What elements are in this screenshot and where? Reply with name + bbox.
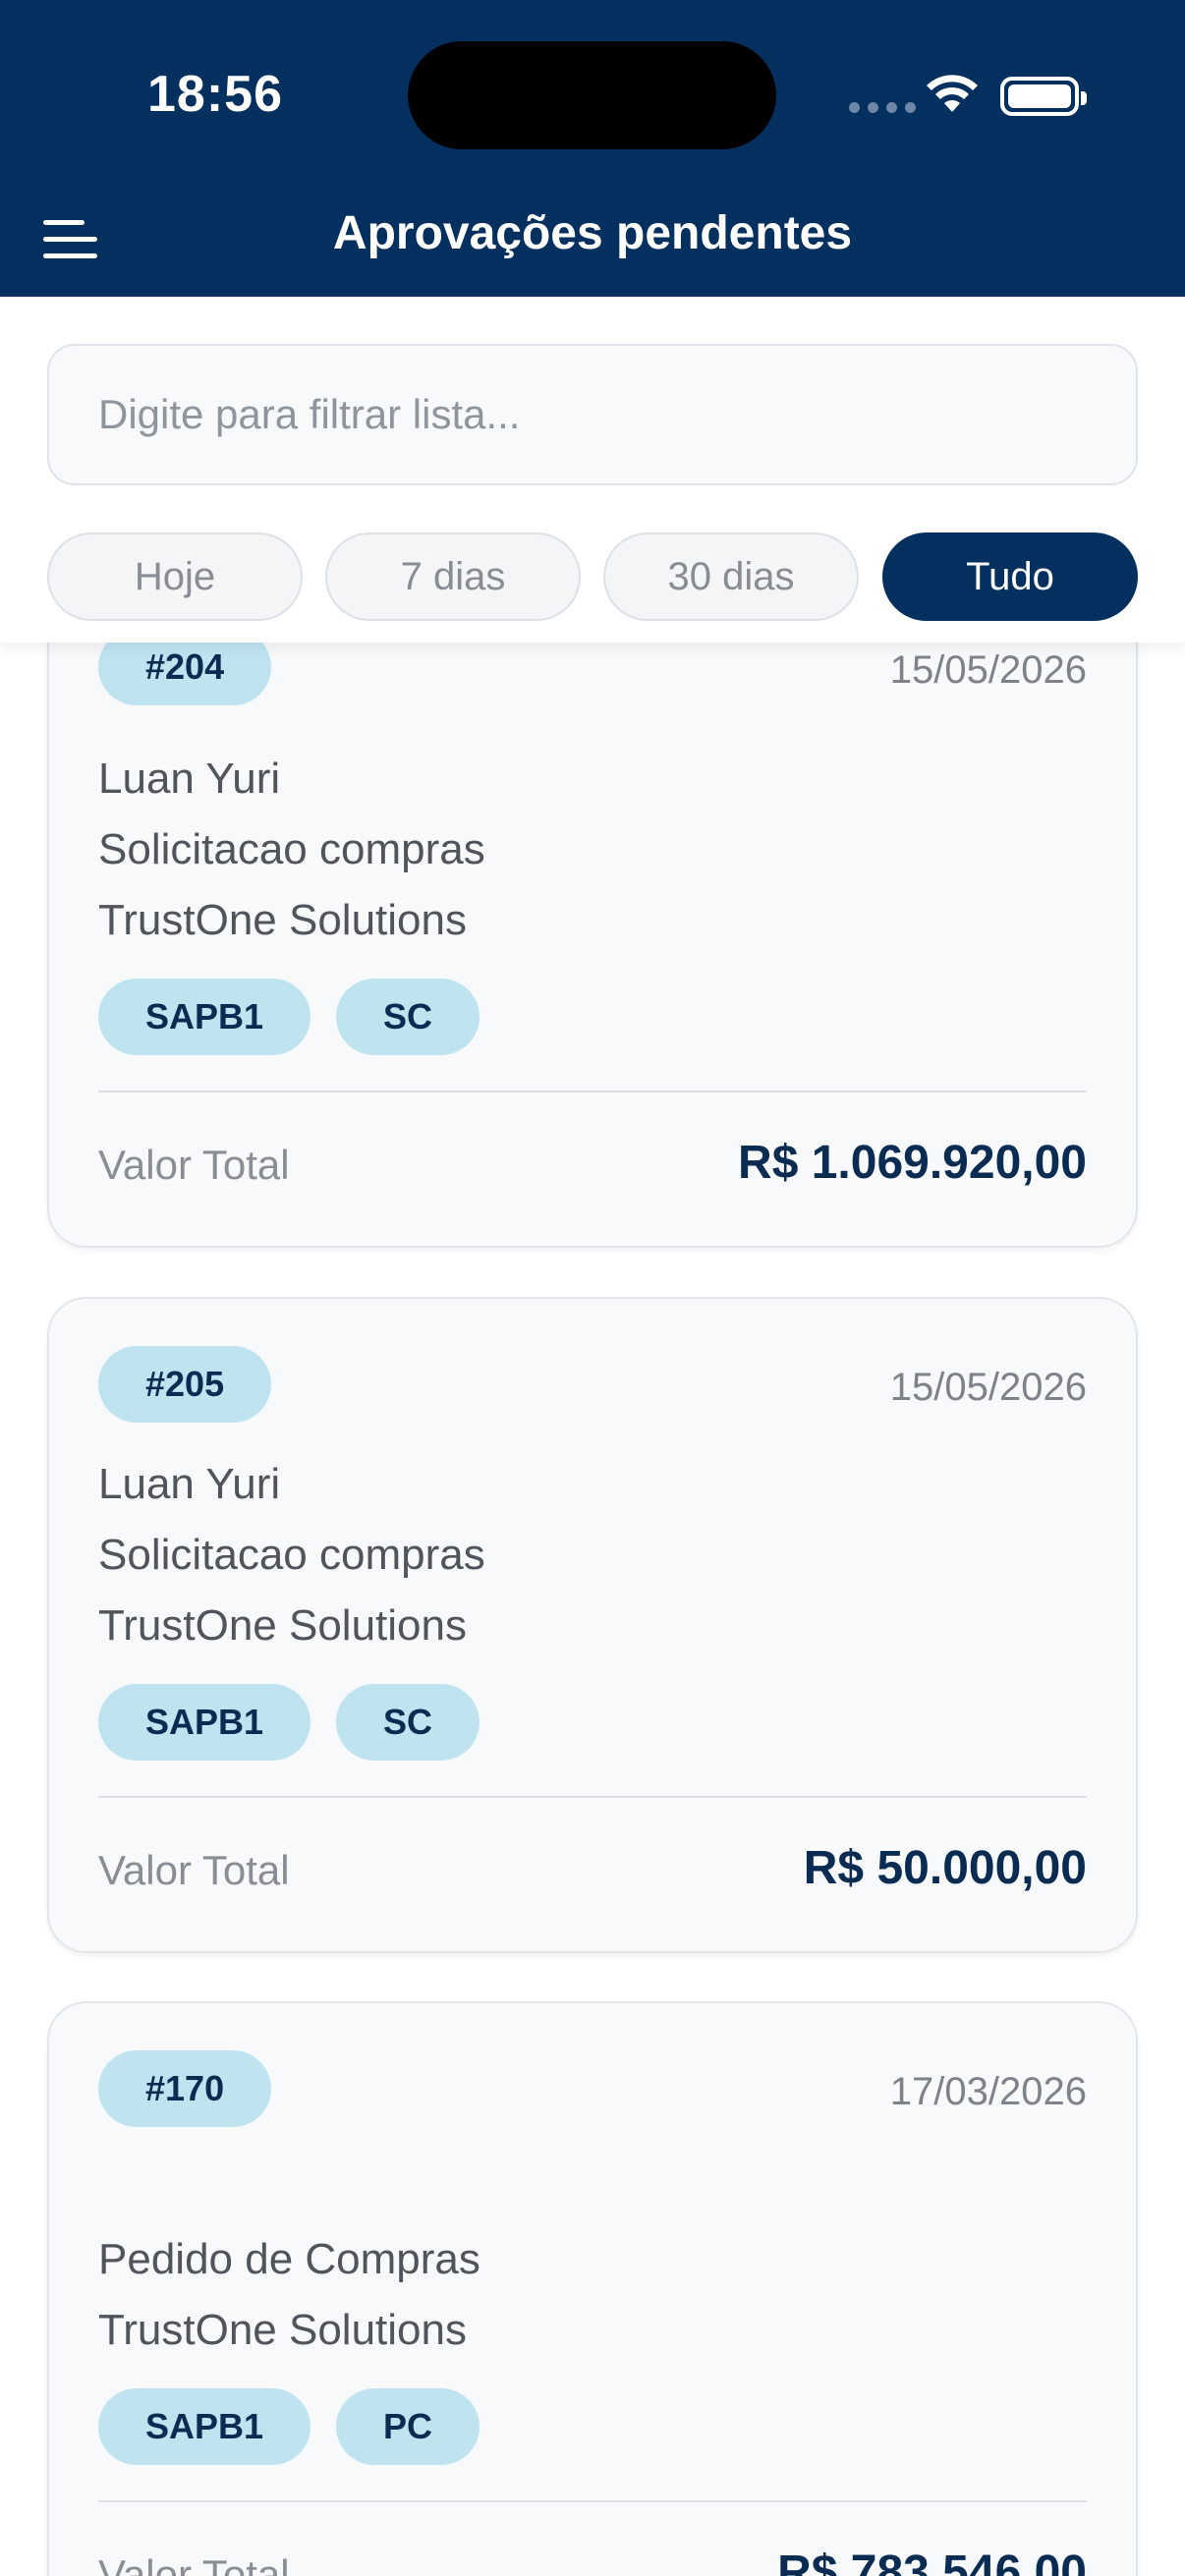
page-title: Aprovações pendentes [332, 207, 853, 259]
filter-chip-7-days[interactable]: 7 dias [325, 532, 581, 621]
system-tag: SAPB1 [98, 979, 311, 1055]
company-name: TrustOne Solutions [98, 1601, 467, 1650]
app-header: 18:56 Aprovações pendentes [0, 0, 1185, 297]
company-name: TrustOne Solutions [98, 896, 467, 944]
total-label: Valor Total [98, 2551, 290, 2576]
filter-chip-30-days[interactable]: 30 dias [603, 532, 859, 621]
approval-card[interactable]: #204 15/05/2026 Luan Yuri Solicitacao co… [47, 580, 1138, 1248]
filter-chip-today[interactable]: Hoje [47, 532, 303, 621]
document-tag: SC [336, 1684, 480, 1761]
system-tag: SAPB1 [98, 1684, 311, 1761]
document-type: Solicitacao compras [98, 1531, 485, 1579]
requester-name: Luan Yuri [98, 1460, 281, 1508]
divider [98, 1796, 1087, 1798]
dynamic-island [408, 41, 776, 149]
document-type: Solicitacao compras [98, 825, 485, 873]
approval-card[interactable]: #205 15/05/2026 Luan Yuri Solicitacao co… [47, 1297, 1138, 1953]
request-date: 15/05/2026 [889, 648, 1087, 692]
document-tag: SC [336, 979, 480, 1055]
total-label: Valor Total [98, 1142, 290, 1188]
divider [98, 1091, 1087, 1092]
request-id-badge: #205 [98, 1346, 272, 1423]
tag-list: SAPB1 SC [98, 979, 480, 1055]
divider [98, 2500, 1087, 2502]
wifi-icon [927, 75, 978, 112]
request-date: 15/05/2026 [889, 1366, 1087, 1409]
tag-list: SAPB1 SC [98, 1684, 480, 1761]
request-date: 17/03/2026 [889, 2070, 1087, 2113]
total-label: Valor Total [98, 1847, 290, 1893]
cellular-signal-icon [849, 102, 916, 113]
document-tag: PC [336, 2388, 480, 2465]
search-input[interactable] [47, 344, 1138, 485]
tag-list: SAPB1 PC [98, 2388, 480, 2465]
total-value: R$ 783.546,00 [777, 2547, 1087, 2576]
total-value: R$ 50.000,00 [803, 1842, 1087, 1894]
status-time: 18:56 [147, 66, 283, 123]
total-value: R$ 1.069.920,00 [738, 1137, 1087, 1189]
system-tag: SAPB1 [98, 2388, 311, 2465]
company-name: TrustOne Solutions [98, 2306, 467, 2354]
approval-card[interactable]: #170 17/03/2026 Pedido de Compras TrustO… [47, 2001, 1138, 2576]
document-type: Pedido de Compras [98, 2235, 480, 2283]
battery-icon [1000, 77, 1087, 116]
date-filter-bar: Hoje 7 dias 30 dias Tudo [0, 531, 1185, 643]
requester-name: Luan Yuri [98, 755, 281, 803]
request-id-badge: #170 [98, 2050, 272, 2127]
filter-chip-all[interactable]: Tudo [882, 532, 1138, 621]
screen: #204 15/05/2026 Luan Yuri Solicitacao co… [0, 0, 1185, 2576]
